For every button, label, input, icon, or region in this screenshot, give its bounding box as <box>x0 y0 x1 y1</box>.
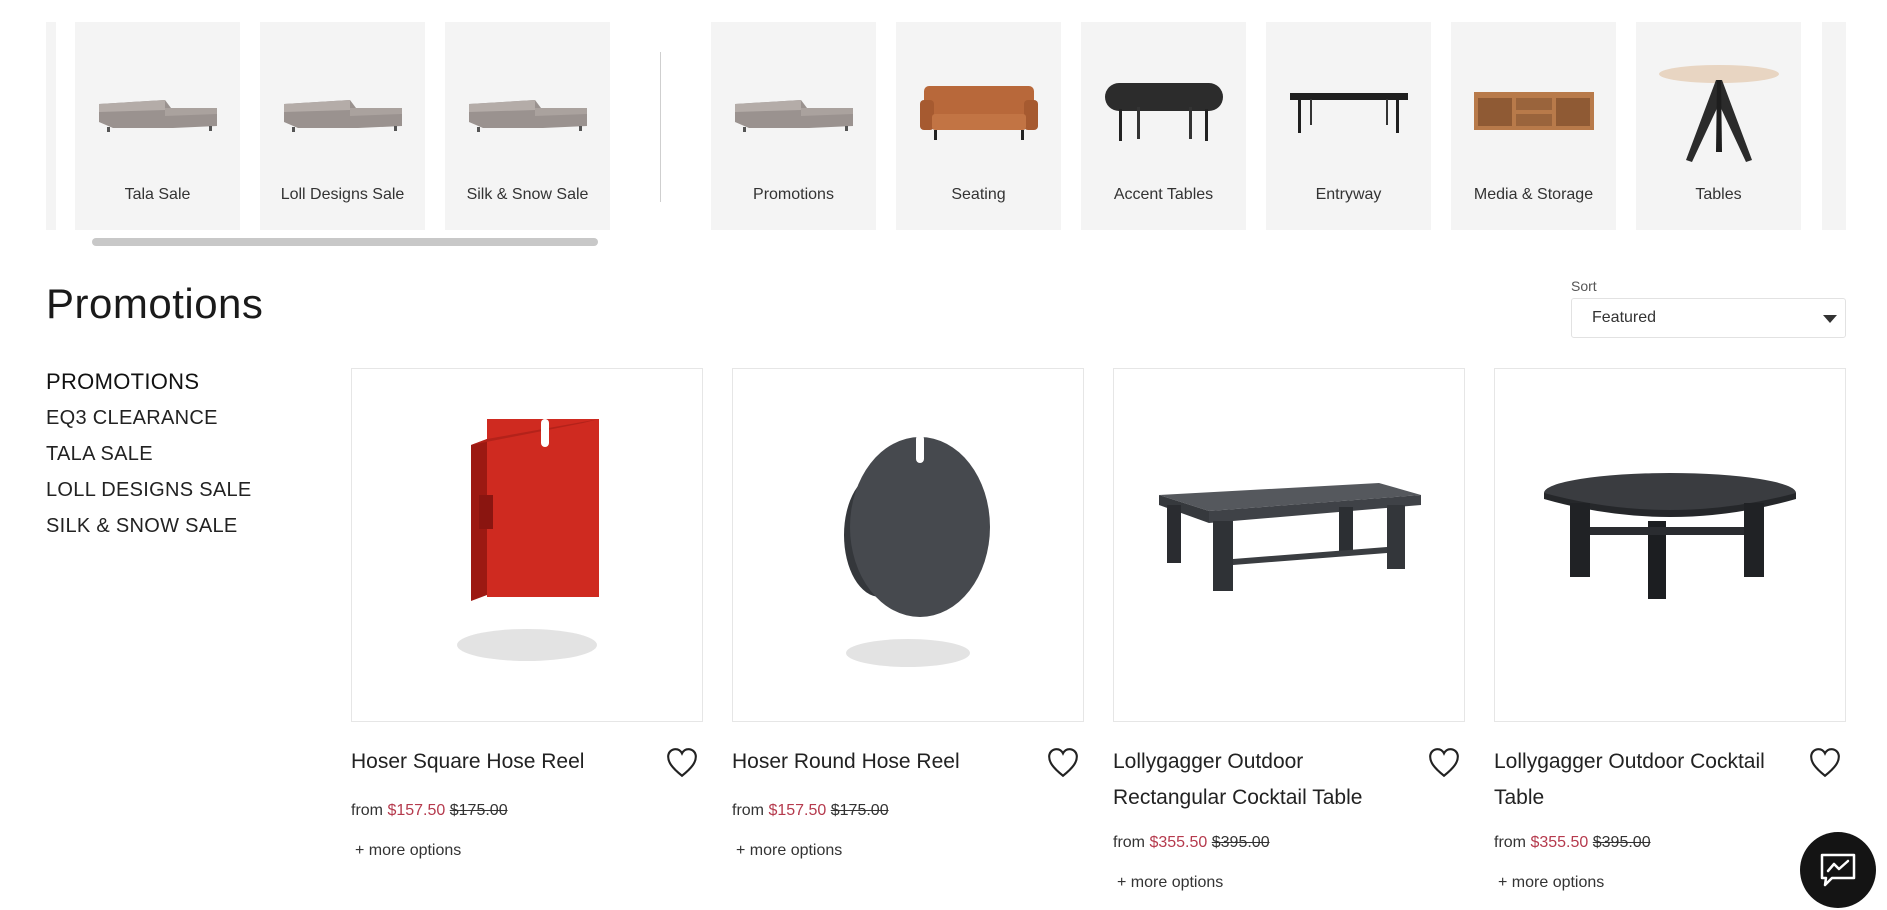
product-price: from $355.50 $395.00 <box>1494 834 1651 852</box>
sidebar-item-silk-snow-sale[interactable]: SILK & SNOW SALE <box>46 514 252 550</box>
sale-price: $355.50 <box>1149 834 1208 851</box>
product-price: from $157.50 $175.00 <box>732 802 889 820</box>
category-label: Accent Tables <box>1113 186 1214 203</box>
heart-icon[interactable] <box>1427 746 1461 780</box>
media-console-icon <box>1451 62 1616 162</box>
product-card[interactable]: Hoser Square Hose Reel from $157.50 $175… <box>351 368 703 859</box>
product-name[interactable]: Hoser Square Hose Reel <box>351 744 651 780</box>
sectional-sofa-icon <box>75 62 240 162</box>
price-from: from <box>732 802 764 819</box>
category-tile-accent-tables[interactable]: Accent Tables <box>1081 22 1246 230</box>
sidebar-item-promotions[interactable]: PROMOTIONS <box>46 370 252 406</box>
sidebar-nav: PROMOTIONS EQ3 CLEARANCE TALA SALE LOLL … <box>46 370 252 550</box>
category-tile-partial[interactable] <box>46 22 56 230</box>
category-tile-media-storage[interactable]: Media & Storage <box>1451 22 1616 230</box>
sidebar-item-eq3-clearance[interactable]: EQ3 CLEARANCE <box>46 406 252 442</box>
round-table-icon <box>1636 64 1801 164</box>
original-price: $395.00 <box>1592 834 1651 851</box>
sidebar-item-loll-designs-sale[interactable]: LOLL DESIGNS SALE <box>46 478 252 514</box>
sale-price: $157.50 <box>387 802 446 819</box>
category-label: Tala Sale <box>124 186 191 203</box>
heart-icon[interactable] <box>1046 746 1080 780</box>
sort-select[interactable]: Featured <box>1571 298 1846 338</box>
price-from: from <box>1113 834 1145 851</box>
sidebar-item-tala-sale[interactable]: TALA SALE <box>46 442 252 478</box>
leather-sofa-icon <box>896 62 1061 162</box>
price-from: from <box>351 802 383 819</box>
chat-icon <box>1820 853 1856 887</box>
category-scrollbar[interactable] <box>92 238 598 246</box>
rectangular-table-image[interactable] <box>1113 368 1465 722</box>
page-title: Promotions <box>46 280 264 327</box>
product-card[interactable]: Hoser Round Hose Reel from $157.50 $175.… <box>732 368 1084 859</box>
sale-price: $157.50 <box>768 802 827 819</box>
more-options-link[interactable]: + more options <box>736 842 842 860</box>
sectional-sofa-icon <box>445 62 610 162</box>
oval-table-icon <box>1081 62 1246 162</box>
category-divider <box>660 52 661 202</box>
category-label: Silk & Snow Sale <box>466 186 589 203</box>
bench-icon <box>1266 62 1431 162</box>
category-label: Media & Storage <box>1473 186 1594 203</box>
heart-icon[interactable] <box>665 746 699 780</box>
round-cocktail-table-image[interactable] <box>1494 368 1846 722</box>
sectional-sofa-icon <box>260 62 425 162</box>
more-options-link[interactable]: + more options <box>1117 874 1223 892</box>
category-tile-seating[interactable]: Seating <box>896 22 1061 230</box>
sort-value: Featured <box>1592 309 1657 326</box>
category-tile-silk-snow-sale[interactable]: Silk & Snow Sale <box>445 22 610 230</box>
category-tile-tables[interactable]: Tables <box>1636 22 1801 230</box>
product-card[interactable]: Lollygagger Outdoor Cocktail Table from … <box>1494 368 1846 891</box>
original-price: $175.00 <box>449 802 508 819</box>
sale-price: $355.50 <box>1530 834 1589 851</box>
category-tile-tala-sale[interactable]: Tala Sale <box>75 22 240 230</box>
category-tile-loll-designs-sale[interactable]: Loll Designs Sale <box>260 22 425 230</box>
category-label: Tables <box>1695 186 1742 203</box>
product-name[interactable]: Hoser Round Hose Reel <box>732 744 1032 780</box>
sectional-sofa-icon <box>711 62 876 162</box>
original-price: $395.00 <box>1211 834 1270 851</box>
product-price: from $157.50 $175.00 <box>351 802 508 820</box>
square-hose-reel-image[interactable] <box>351 368 703 722</box>
product-name[interactable]: Lollygagger Outdoor Rectangular Cocktail… <box>1113 744 1413 816</box>
price-from: from <box>1494 834 1526 851</box>
category-tile-promotions[interactable]: Promotions <box>711 22 876 230</box>
original-price: $175.00 <box>830 802 889 819</box>
heart-icon[interactable] <box>1808 746 1842 780</box>
more-options-link[interactable]: + more options <box>355 842 461 860</box>
sort-label: Sort <box>1571 278 1597 294</box>
category-tile-partial[interactable] <box>1822 22 1846 230</box>
category-strip: Tala Sale Loll Designs Sale Silk & Snow … <box>0 22 1887 230</box>
caret-down-icon <box>1823 315 1837 323</box>
product-price: from $355.50 $395.00 <box>1113 834 1270 852</box>
category-label: Entryway <box>1315 186 1382 203</box>
more-options-link[interactable]: + more options <box>1498 874 1604 892</box>
category-label: Promotions <box>753 186 834 203</box>
chat-button[interactable] <box>1800 832 1876 908</box>
category-label: Seating <box>951 186 1006 203</box>
category-label: Loll Designs Sale <box>280 186 405 203</box>
category-tile-entryway[interactable]: Entryway <box>1266 22 1431 230</box>
product-card[interactable]: Lollygagger Outdoor Rectangular Cocktail… <box>1113 368 1465 891</box>
round-hose-reel-image[interactable] <box>732 368 1084 722</box>
product-name[interactable]: Lollygagger Outdoor Cocktail Table <box>1494 744 1794 816</box>
